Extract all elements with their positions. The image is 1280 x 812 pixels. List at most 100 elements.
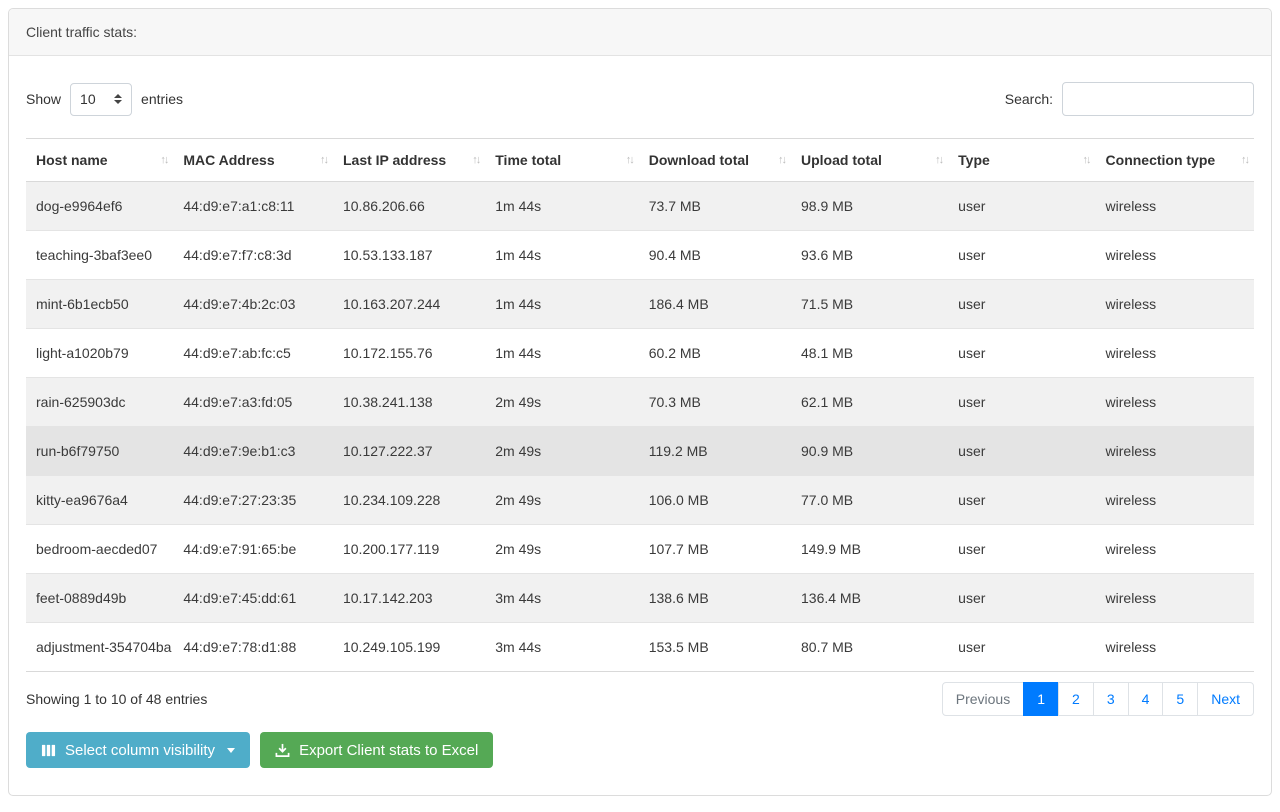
column-header-time-total[interactable]: Time total ↑↓ bbox=[485, 139, 638, 182]
column-header-label: Type bbox=[958, 152, 990, 168]
table-cell: user bbox=[948, 623, 1095, 672]
show-label: Show bbox=[26, 91, 61, 107]
sort-icon: ↑↓ bbox=[320, 154, 327, 166]
table-info: Showing 1 to 10 of 48 entries bbox=[26, 691, 207, 707]
table-cell: 10.38.241.138 bbox=[333, 378, 485, 427]
column-header-connection-type[interactable]: Connection type↑↓ bbox=[1096, 139, 1254, 182]
table-cell: 44:d9:e7:45:dd:61 bbox=[173, 574, 333, 623]
table-cell: feet-0889d49b bbox=[26, 574, 173, 623]
table-cell: 10.172.155.76 bbox=[333, 329, 485, 378]
table-cell: 2m 49s bbox=[485, 476, 638, 525]
table-row: teaching-3baf3ee044:d9:e7:f7:c8:3d10.53.… bbox=[26, 231, 1254, 280]
page-button-next[interactable]: Next bbox=[1197, 682, 1254, 716]
page-button-1[interactable]: 1 bbox=[1023, 682, 1059, 716]
table-row: adjustment-354704ba44:d9:e7:78:d1:8810.2… bbox=[26, 623, 1254, 672]
page-button-2[interactable]: 2 bbox=[1058, 682, 1094, 716]
column-header-label: MAC Address bbox=[183, 152, 274, 168]
table-cell: wireless bbox=[1096, 525, 1254, 574]
search-input[interactable] bbox=[1062, 82, 1254, 116]
page-button-4[interactable]: 4 bbox=[1128, 682, 1164, 716]
table-cell: 90.4 MB bbox=[639, 231, 791, 280]
table-cell: wireless bbox=[1096, 280, 1254, 329]
table-cell: 10.234.109.228 bbox=[333, 476, 485, 525]
table-cell: user bbox=[948, 231, 1095, 280]
download-icon bbox=[275, 743, 290, 758]
sort-icon: ↑↓ bbox=[626, 154, 633, 166]
column-header-download-total[interactable]: Download total↑↓ bbox=[639, 139, 791, 182]
table-row: run-b6f7975044:d9:e7:9e:b1:c310.127.222.… bbox=[26, 427, 1254, 476]
column-header-upload-total[interactable]: Upload total↑↓ bbox=[791, 139, 948, 182]
table-cell: 153.5 MB bbox=[639, 623, 791, 672]
table-cell: user bbox=[948, 182, 1095, 231]
column-header-host-name[interactable]: Host name ↑↓ bbox=[26, 139, 173, 182]
search-control: Search: bbox=[1005, 82, 1254, 116]
table-row: kitty-ea9676a444:d9:e7:27:23:3510.234.10… bbox=[26, 476, 1254, 525]
table-cell: 44:d9:e7:f7:c8:3d bbox=[173, 231, 333, 280]
table-cell: 44:d9:e7:9e:b1:c3 bbox=[173, 427, 333, 476]
table-cell: 44:d9:e7:ab:fc:c5 bbox=[173, 329, 333, 378]
table-cell: 186.4 MB bbox=[639, 280, 791, 329]
table-cell: wireless bbox=[1096, 182, 1254, 231]
search-label: Search: bbox=[1005, 91, 1053, 107]
table-cell: 119.2 MB bbox=[639, 427, 791, 476]
table-body: dog-e9964ef644:d9:e7:a1:c8:1110.86.206.6… bbox=[26, 182, 1254, 672]
table-row: mint-6b1ecb5044:d9:e7:4b:2c:0310.163.207… bbox=[26, 280, 1254, 329]
page-button-3[interactable]: 3 bbox=[1093, 682, 1129, 716]
table-cell: 70.3 MB bbox=[639, 378, 791, 427]
table-cell: 10.200.177.119 bbox=[333, 525, 485, 574]
column-visibility-button[interactable]: Select column visibility bbox=[26, 732, 250, 768]
table-controls: Show 10 entries Search: bbox=[26, 82, 1254, 116]
page-button-previous[interactable]: Previous bbox=[942, 682, 1024, 716]
card-title: Client traffic stats: bbox=[26, 24, 137, 40]
page-button-5[interactable]: 5 bbox=[1162, 682, 1198, 716]
client-traffic-card: Client traffic stats: Show 10 entries Se… bbox=[8, 8, 1272, 796]
table-cell: 77.0 MB bbox=[791, 476, 948, 525]
table-cell: 10.17.142.203 bbox=[333, 574, 485, 623]
table-cell: 44:d9:e7:a3:fd:05 bbox=[173, 378, 333, 427]
table-cell: 80.7 MB bbox=[791, 623, 948, 672]
table-cell: 149.9 MB bbox=[791, 525, 948, 574]
table-cell: 10.249.105.199 bbox=[333, 623, 485, 672]
column-header-type[interactable]: Type↑↓ bbox=[948, 139, 1095, 182]
table-cell: 107.7 MB bbox=[639, 525, 791, 574]
table-cell: 98.9 MB bbox=[791, 182, 948, 231]
table-cell: run-b6f79750 bbox=[26, 427, 173, 476]
entries-label: entries bbox=[141, 91, 183, 107]
table-cell: 73.7 MB bbox=[639, 182, 791, 231]
sort-icon: ↑↓ bbox=[160, 154, 167, 166]
table-cell: 1m 44s bbox=[485, 231, 638, 280]
table-cell: 1m 44s bbox=[485, 182, 638, 231]
columns-icon bbox=[41, 743, 56, 758]
table-cell: wireless bbox=[1096, 623, 1254, 672]
table-cell: 3m 44s bbox=[485, 623, 638, 672]
table-cell: user bbox=[948, 574, 1095, 623]
column-visibility-label: Select column visibility bbox=[65, 742, 215, 759]
table-cell: 3m 44s bbox=[485, 574, 638, 623]
table-cell: mint-6b1ecb50 bbox=[26, 280, 173, 329]
table-row: light-a1020b7944:d9:e7:ab:fc:c510.172.15… bbox=[26, 329, 1254, 378]
column-header-label: Connection type bbox=[1106, 152, 1216, 168]
table-cell: 93.6 MB bbox=[791, 231, 948, 280]
table-cell: wireless bbox=[1096, 231, 1254, 280]
table-cell: 71.5 MB bbox=[791, 280, 948, 329]
table-cell: 44:d9:e7:78:d1:88 bbox=[173, 623, 333, 672]
pagination: Previous12345Next bbox=[942, 682, 1254, 716]
card-body: Show 10 entries Search: Host name↑↓MAC A… bbox=[9, 56, 1271, 788]
page-size-select[interactable]: 10 bbox=[70, 83, 132, 116]
table-footer: Showing 1 to 10 of 48 entries Previous12… bbox=[26, 682, 1254, 716]
column-header-mac-address[interactable]: MAC Address ↑↓ bbox=[173, 139, 333, 182]
page-size-value: 10 bbox=[80, 91, 96, 107]
export-excel-button[interactable]: Export Client stats to Excel bbox=[260, 732, 493, 768]
table-cell: wireless bbox=[1096, 329, 1254, 378]
table-cell: 90.9 MB bbox=[791, 427, 948, 476]
column-header-last-ip-address[interactable]: Last IP address↑↓ bbox=[333, 139, 485, 182]
table-cell: user bbox=[948, 329, 1095, 378]
table-cell: 106.0 MB bbox=[639, 476, 791, 525]
table-cell: 44:d9:e7:4b:2c:03 bbox=[173, 280, 333, 329]
table-cell: 1m 44s bbox=[485, 329, 638, 378]
column-header-label: Time total bbox=[495, 152, 561, 168]
column-header-label: Host name bbox=[36, 152, 108, 168]
table-cell: 10.53.133.187 bbox=[333, 231, 485, 280]
table-cell: wireless bbox=[1096, 427, 1254, 476]
column-header-label: Upload total bbox=[801, 152, 882, 168]
